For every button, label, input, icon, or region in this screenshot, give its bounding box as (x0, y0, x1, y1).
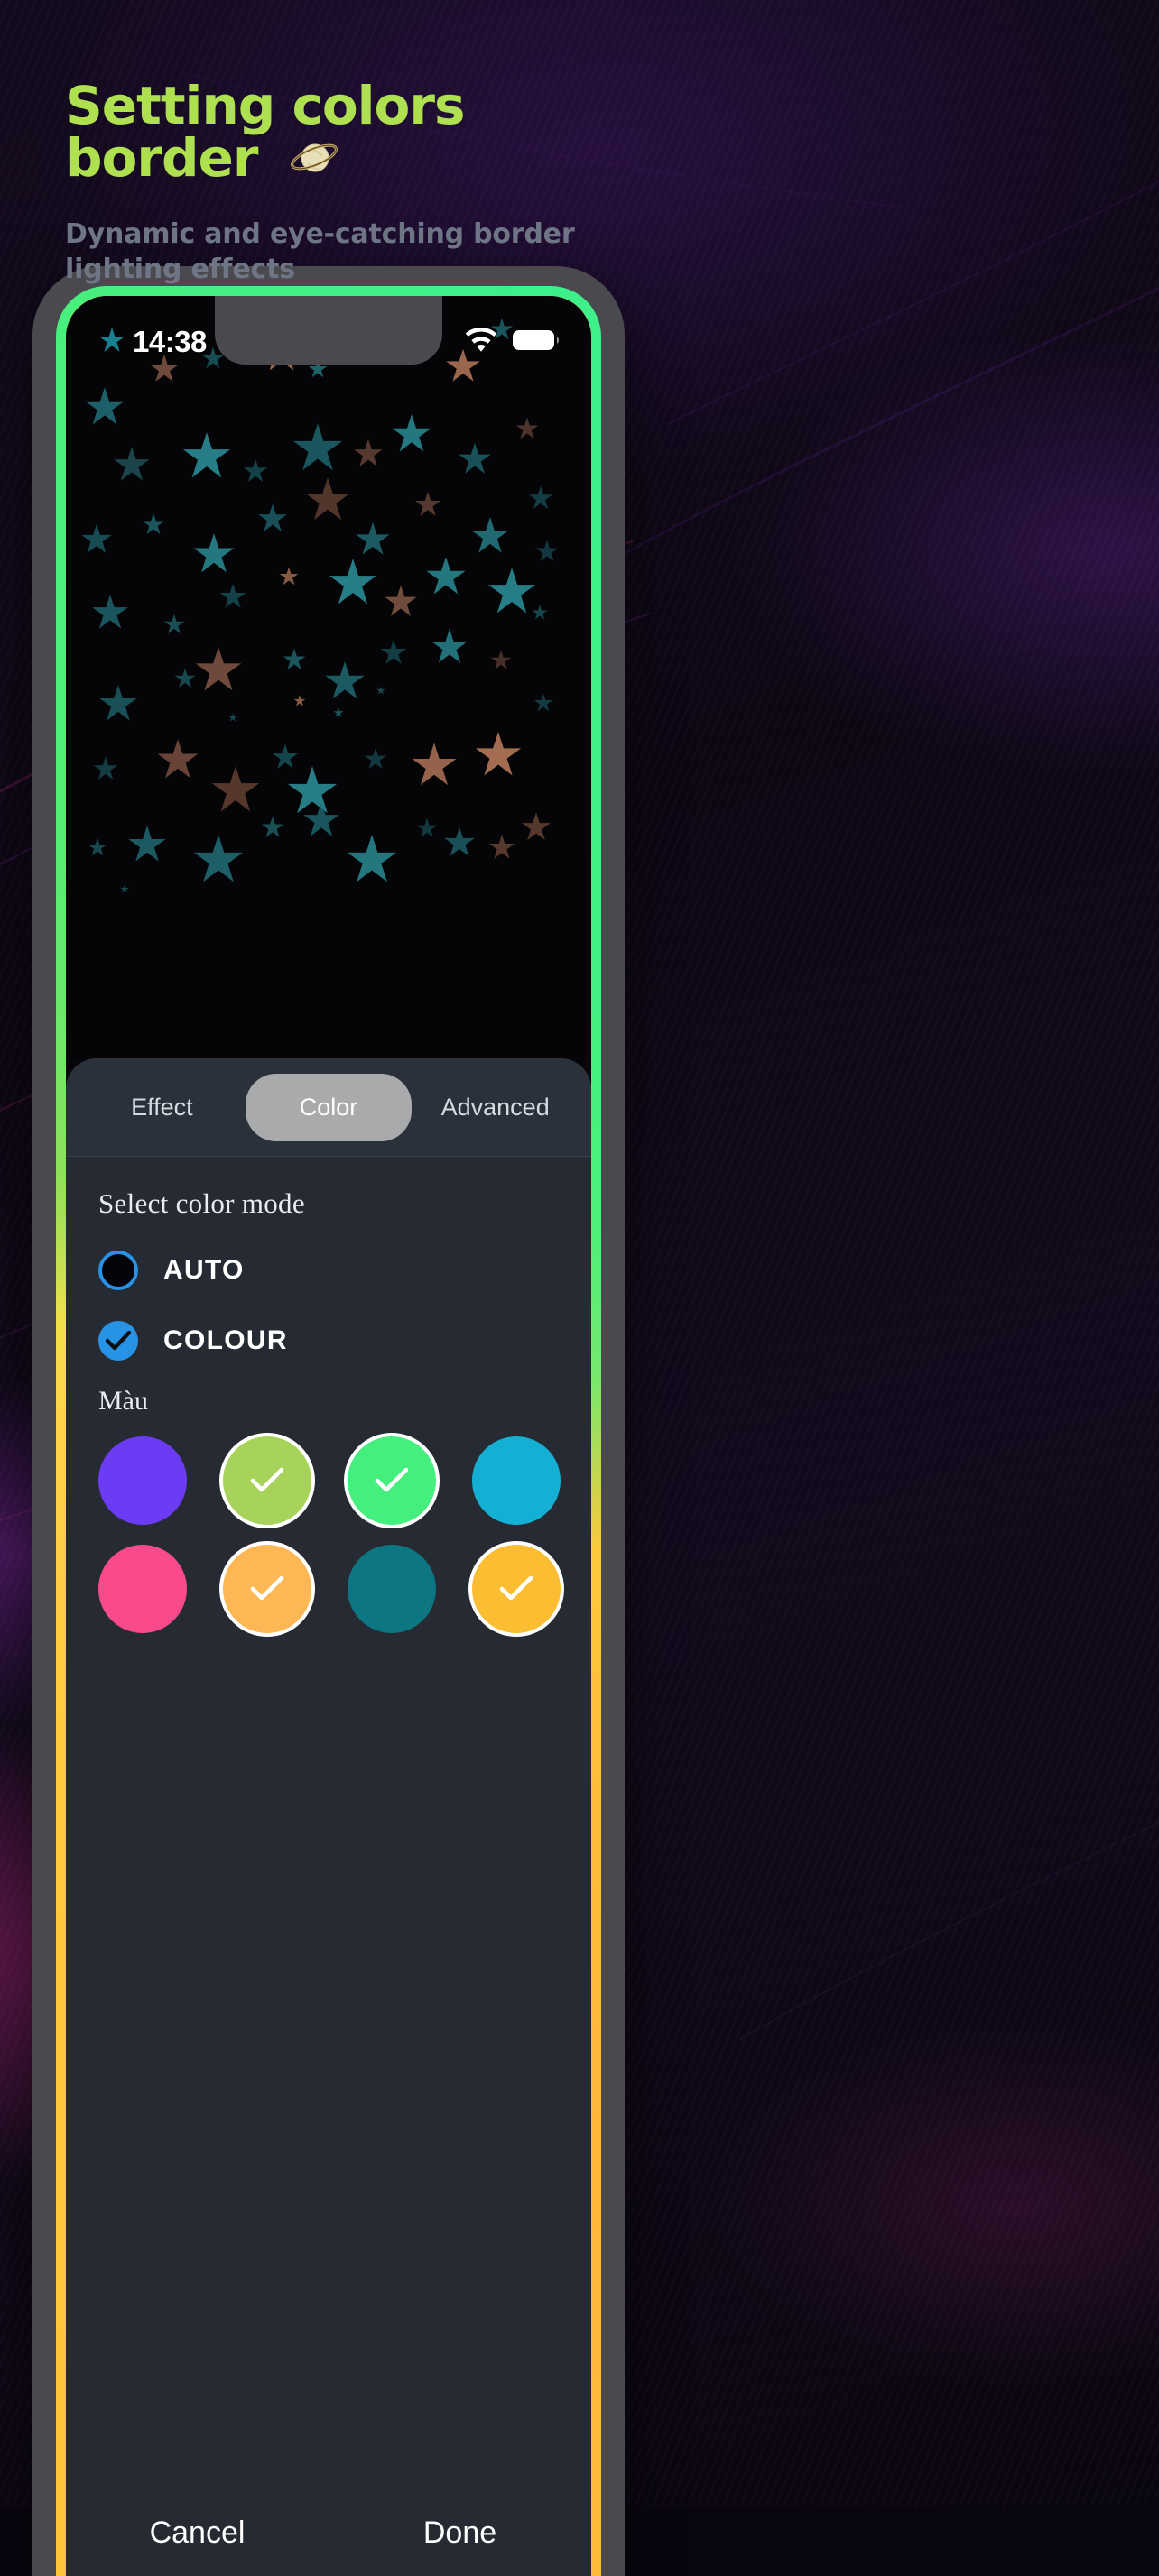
color-swatch-4[interactable] (472, 1436, 561, 1525)
swatch-section-label: Màu (98, 1386, 148, 1416)
status-bar-right (464, 327, 561, 357)
color-swatch-3[interactable] (348, 1436, 436, 1525)
tab-color[interactable]: Color (245, 1073, 413, 1141)
stars-wallpaper (66, 296, 591, 1058)
section-title-select-color-mode: Select color mode (98, 1187, 305, 1219)
radio-colour[interactable] (98, 1321, 138, 1361)
page-subtitle-line-1: Dynamic and eye-catching border (65, 218, 575, 250)
wifi-icon (464, 327, 498, 357)
mode-row-colour[interactable]: COLOUR (98, 1321, 559, 1361)
status-bar-left: 14:38 (98, 325, 207, 359)
page-title-line-2: border (65, 132, 1058, 189)
check-icon (250, 1575, 284, 1601)
check-icon (375, 1467, 409, 1492)
color-swatch-6[interactable] (98, 1545, 187, 1633)
tab-effect[interactable]: Effect (79, 1074, 246, 1141)
check-icon (250, 1467, 284, 1492)
battery-full-icon (512, 328, 561, 357)
color-swatch-8[interactable] (348, 1545, 436, 1633)
star-icon (98, 327, 125, 357)
page-title-line-1: Setting colors (65, 75, 466, 136)
page-header: Setting colors border Dynamic and eye-ca… (65, 79, 1058, 287)
status-bar-time: 14:38 (133, 325, 207, 358)
saturn-planet-icon (286, 133, 340, 189)
check-icon (106, 1331, 131, 1351)
done-button[interactable]: Done (329, 2516, 591, 2551)
swatch-row-2 (98, 1545, 561, 1633)
cancel-button[interactable]: Cancel (66, 2516, 329, 2551)
color-swatch-2[interactable] (223, 1436, 311, 1525)
page-subtitle: Dynamic and eye-catching border lighting… (65, 217, 1058, 287)
check-icon (499, 1575, 533, 1601)
page-title-line-2-text: border (65, 127, 258, 189)
sheet-actions: Cancel Done (66, 2489, 591, 2576)
swatch-row-1 (98, 1436, 561, 1525)
radio-auto[interactable] (98, 1251, 138, 1290)
phone-mockup: 14:38 Effect Color Advanced Select color… (32, 266, 625, 2576)
page-title: Setting colors border (65, 79, 1058, 189)
tab-bar: Effect Color Advanced (66, 1058, 591, 1156)
color-swatch-9[interactable] (472, 1545, 561, 1633)
sheet-body: Select color mode AUTO COLOUR Màu (66, 1157, 591, 1633)
mode-row-auto[interactable]: AUTO (98, 1251, 559, 1290)
phone-screen: 14:38 Effect Color Advanced Select color… (66, 296, 591, 2576)
phone-notch (215, 296, 442, 365)
color-swatch-7[interactable] (223, 1545, 311, 1633)
mode-label-auto: AUTO (163, 1255, 245, 1285)
mode-label-colour: COLOUR (163, 1325, 288, 1355)
wallpaper-stars-svg (81, 318, 559, 893)
page-subtitle-line-2: lighting effects (65, 254, 295, 285)
tab-advanced[interactable]: Advanced (412, 1074, 579, 1141)
color-settings-sheet: Effect Color Advanced Select color mode … (66, 1058, 591, 2576)
color-swatch-1[interactable] (98, 1436, 187, 1525)
